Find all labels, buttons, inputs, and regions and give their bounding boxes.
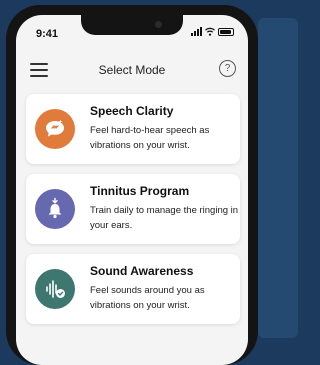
mode-description: Feel sounds around you as vibrations on … [90,285,205,311]
mode-card-tinnitus-program[interactable]: Tinnitus Program Train daily to manage t… [26,174,240,244]
soundwave-check-icon [35,269,75,309]
battery-icon [218,28,234,36]
notch [81,15,183,35]
speech-bubble-icon [35,109,75,149]
phone-frame: 9:41 Select Mode ? Speech Clarity Feel h… [6,5,258,365]
mode-title: Sound Awareness [90,264,194,278]
help-icon[interactable]: ? [219,60,236,77]
mode-title: Speech Clarity [90,104,174,118]
bell-download-icon [35,189,75,229]
signal-icon [191,27,202,36]
mode-title: Tinnitus Program [90,184,190,198]
status-time: 9:41 [36,28,59,40]
phone-screen: 9:41 Select Mode ? Speech Clarity Feel h… [16,15,248,365]
mode-description: Feel hard-to-hear speech as vibrations o… [90,125,210,151]
background-panel [258,18,298,338]
mode-card-sound-awareness[interactable]: Sound Awareness Feel sounds around you a… [26,254,240,324]
wifi-icon [205,27,215,36]
page-title: Select Mode [98,63,166,77]
mode-description: Train daily to manage the ringing in you… [90,205,239,231]
camera-icon [155,21,162,28]
status-icons [191,27,234,36]
header: Select Mode ? [16,59,248,81]
mode-card-speech-clarity[interactable]: Speech Clarity Feel hard-to-hear speech … [26,94,240,164]
